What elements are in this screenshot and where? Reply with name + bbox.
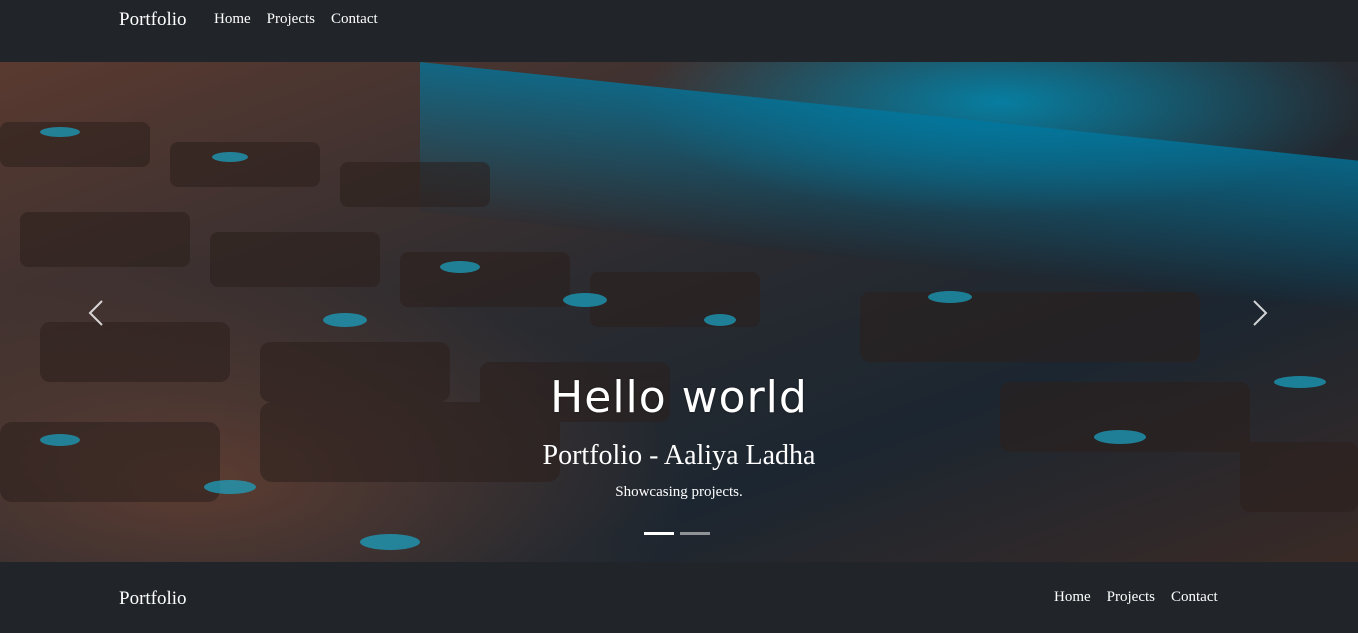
top-navbar: Portfolio Home Projects Contact bbox=[0, 0, 1358, 62]
carousel-indicators bbox=[644, 532, 710, 535]
carousel-indicator-1[interactable] bbox=[644, 532, 674, 535]
footer-link-contact[interactable]: Contact bbox=[1171, 589, 1218, 606]
chevron-right-icon bbox=[1253, 300, 1268, 326]
nav-link-home[interactable]: Home bbox=[214, 11, 251, 28]
carousel-subtitle: Showcasing projects. bbox=[615, 484, 743, 500]
footer-link-home[interactable]: Home bbox=[1054, 589, 1091, 606]
carousel-heading: Hello world bbox=[550, 372, 808, 423]
hero-carousel: Hello world Portfolio - Aaliya Ladha Sho… bbox=[0, 62, 1358, 562]
footer: Portfolio Home Projects Contact bbox=[0, 562, 1358, 633]
footer-links: Home Projects Contact bbox=[1054, 589, 1218, 606]
footer-brand: Portfolio bbox=[119, 588, 187, 609]
chevron-left-icon bbox=[88, 300, 103, 326]
nav-link-projects[interactable]: Projects bbox=[267, 11, 315, 28]
navbar-links: Home Projects Contact bbox=[214, 11, 378, 28]
carousel-prev-button[interactable] bbox=[85, 298, 111, 328]
nav-link-contact[interactable]: Contact bbox=[331, 11, 378, 28]
carousel-next-button[interactable] bbox=[1245, 298, 1271, 328]
footer-link-projects[interactable]: Projects bbox=[1107, 589, 1155, 606]
carousel-indicator-2[interactable] bbox=[680, 532, 710, 535]
navbar-brand[interactable]: Portfolio bbox=[119, 9, 187, 31]
carousel-title: Portfolio - Aaliya Ladha bbox=[542, 440, 816, 471]
